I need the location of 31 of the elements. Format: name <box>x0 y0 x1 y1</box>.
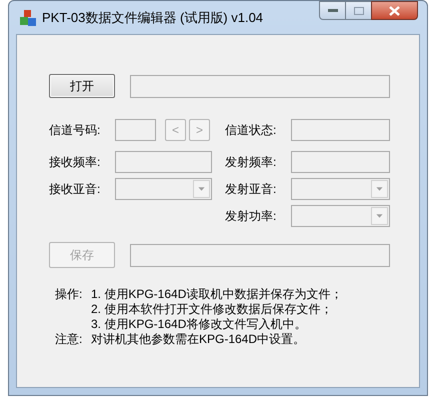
close-icon <box>389 6 400 16</box>
text-field[interactable] <box>291 119 390 141</box>
text-field[interactable] <box>115 119 156 141</box>
app-icon <box>19 8 37 26</box>
dropdown-field[interactable] <box>115 178 212 200</box>
dropdown-field[interactable] <box>291 178 390 200</box>
close-button[interactable] <box>371 1 418 20</box>
instruction-text: 2. 使用本软件打开文件修改数据后保存文件； <box>91 302 332 317</box>
instruction-text: 3. 使用KPG-164D将修改文件写入机中。 <box>91 317 306 332</box>
dropdown-field[interactable] <box>291 205 390 227</box>
file-path-field[interactable] <box>130 74 390 98</box>
text-field[interactable] <box>115 151 212 173</box>
instruction-label: 注意: <box>55 332 82 346</box>
field-label: 接收频率: <box>49 154 102 171</box>
field-label: 接收亚音: <box>49 181 102 198</box>
file-path-field[interactable] <box>130 244 390 266</box>
field-label: 信道号码: <box>49 122 102 139</box>
text-field[interactable] <box>291 151 390 173</box>
open-button[interactable]: 打开 <box>49 74 115 98</box>
instruction-label: 操作: <box>55 287 82 301</box>
field-label: 发射频率: <box>225 154 278 171</box>
field-label: 信道状态: <box>225 122 278 139</box>
instruction-text: 对讲机其他参数需在KPG-164D中设置。 <box>91 332 306 347</box>
field-label: 发射亚音: <box>225 181 278 198</box>
maximize-icon <box>354 6 364 14</box>
window-title: PKT-03数据文件编辑器 (试用版) v1.04 <box>42 8 264 27</box>
minimize-icon <box>328 8 338 12</box>
instruction-text: 1. 使用KPG-164D读取机中数据并保存为文件； <box>91 287 342 302</box>
maximize-button[interactable] <box>346 1 371 20</box>
minimize-button[interactable] <box>319 1 346 20</box>
field-label: 发射功率: <box>225 208 278 225</box>
